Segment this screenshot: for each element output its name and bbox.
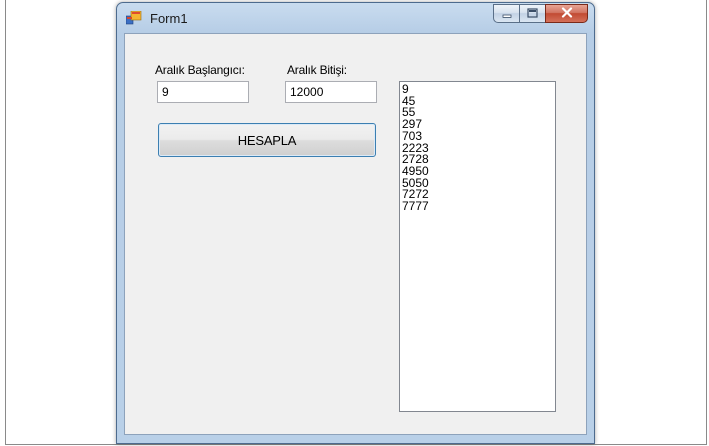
window-title: Form1 xyxy=(150,11,188,26)
title-bar[interactable]: Form1 xyxy=(117,3,594,33)
list-item[interactable]: 55 xyxy=(402,107,553,119)
close-button[interactable] xyxy=(545,4,588,23)
winforms-app-icon xyxy=(125,10,142,25)
maximize-icon xyxy=(527,5,538,23)
form-window: Form1 Aralık Başlangıcı: 9 Aralık Bitişi xyxy=(116,2,595,444)
range-start-label: Aralık Başlangıcı: xyxy=(155,63,245,77)
range-end-input[interactable]: 12000 xyxy=(285,81,377,103)
close-icon xyxy=(561,5,573,23)
list-item[interactable]: 297 xyxy=(402,118,553,131)
calculate-button[interactable]: HESAPLA xyxy=(158,123,376,157)
form-client-area: Aralık Başlangıcı: 9 Aralık Bitişi: 1200… xyxy=(124,33,587,435)
list-item[interactable]: 9 xyxy=(402,83,553,96)
minimize-button[interactable] xyxy=(493,4,519,23)
range-start-input[interactable]: 9 xyxy=(157,81,249,103)
caption-buttons xyxy=(493,4,588,24)
results-listbox[interactable]: 9 45 55 297 703 2223 2728 4950 5050 7272 7777 xyxy=(399,81,556,412)
range-end-label: Aralık Bitişi: xyxy=(287,63,347,77)
minimize-icon xyxy=(502,5,512,23)
list-item[interactable]: 45 xyxy=(402,95,553,108)
maximize-button[interactable] xyxy=(519,4,545,23)
list-item[interactable]: 7777 xyxy=(402,200,553,213)
results-list: 9 45 55 297 703 2223 2728 4950 5050 7272 7777 xyxy=(402,83,553,213)
